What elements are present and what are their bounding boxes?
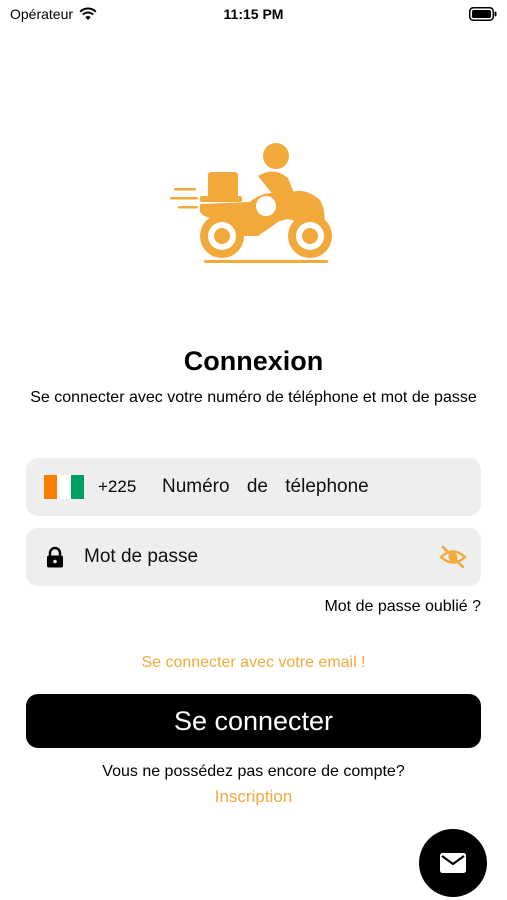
email-login-link[interactable]: Se connecter avec votre email ! (0, 654, 507, 672)
signup-link[interactable]: Inscription (0, 787, 507, 807)
dial-code[interactable]: +225 (98, 477, 136, 497)
forgot-password-link[interactable]: Mot de passe oublié ? (324, 598, 481, 616)
phone-field[interactable]: +225 (26, 458, 481, 516)
login-button[interactable]: Se connecter (26, 694, 481, 748)
phone-input[interactable] (162, 458, 462, 516)
password-input[interactable] (84, 528, 414, 586)
page-title: Connexion (183, 346, 324, 376)
page-subtitle: Se connecter avec votre numéro de téléph… (30, 389, 477, 406)
status-bar: Opérateur 11:15 PM (0, 0, 507, 30)
battery-icon (469, 7, 497, 21)
no-account-text: Vous ne possédez pas encore de compte? (102, 763, 405, 780)
password-field[interactable] (26, 528, 481, 586)
status-time: 11:15 PM (223, 6, 284, 22)
mail-icon (440, 853, 466, 873)
lock-icon (47, 546, 63, 568)
mail-fab-button[interactable] (419, 829, 487, 897)
country-flag-icon[interactable] (44, 475, 84, 499)
eye-off-icon[interactable] (439, 544, 467, 570)
delivery-scooter-icon (170, 143, 332, 263)
